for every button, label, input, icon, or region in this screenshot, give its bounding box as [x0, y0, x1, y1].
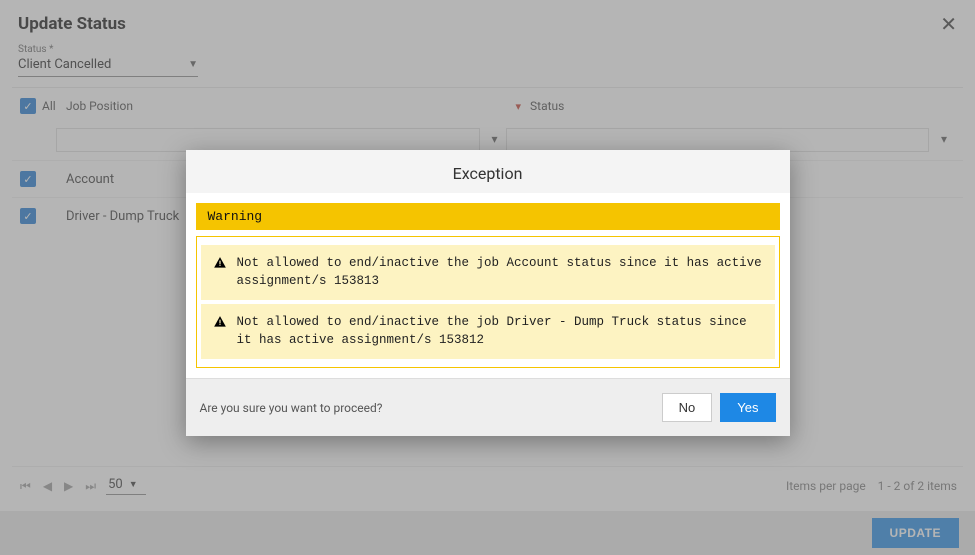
yes-button[interactable]: Yes: [720, 393, 775, 422]
modal-prompt: Are you sure you want to proceed?: [200, 401, 383, 415]
modal-footer: Are you sure you want to proceed? No Yes: [186, 378, 790, 436]
warning-body: Not allowed to end/inactive the job Acco…: [196, 236, 780, 368]
warning-text: Not allowed to end/inactive the job Driv…: [237, 314, 763, 349]
warning-icon: [213, 256, 227, 290]
warning-text: Not allowed to end/inactive the job Acco…: [237, 255, 763, 290]
warning-item: Not allowed to end/inactive the job Driv…: [201, 304, 775, 359]
warning-heading: Warning: [196, 203, 780, 230]
modal-actions: No Yes: [662, 393, 776, 422]
modal-title: Exception: [186, 150, 790, 193]
modal-overlay: Exception Warning Not allowed to end/ina…: [0, 0, 975, 555]
no-button[interactable]: No: [662, 393, 713, 422]
exception-modal: Exception Warning Not allowed to end/ina…: [186, 150, 790, 436]
warning-icon: [213, 315, 227, 349]
warning-item: Not allowed to end/inactive the job Acco…: [201, 245, 775, 300]
